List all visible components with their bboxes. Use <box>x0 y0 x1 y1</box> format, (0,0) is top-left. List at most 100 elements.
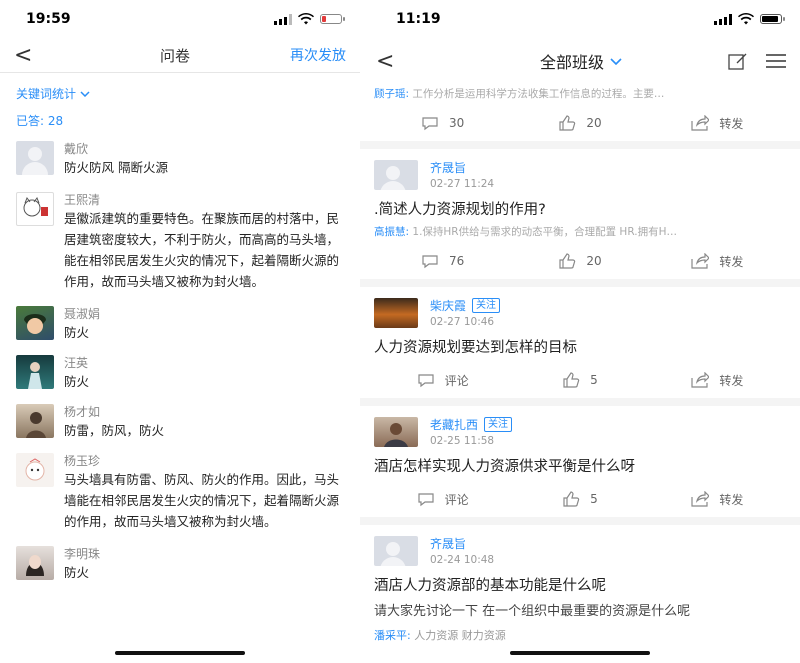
menu-icon[interactable] <box>765 54 786 68</box>
comment-icon <box>418 374 434 388</box>
left-phone-screen: 19:59 < 问卷 再次发放 关键词统计 已答: 28 戴欣 防火防风 隔断火… <box>0 0 360 663</box>
status-icons <box>714 13 785 25</box>
like-button[interactable]: 20 <box>511 253 648 269</box>
answer-item: 戴欣 防火防风 隔断火源 <box>0 141 360 178</box>
share-label: 转发 <box>719 492 744 507</box>
avatar[interactable] <box>16 355 54 389</box>
comment-count: 76 <box>449 254 465 268</box>
share-label: 转发 <box>719 254 744 269</box>
chevron-down-icon <box>80 90 90 97</box>
avatar[interactable] <box>374 297 418 328</box>
share-button[interactable]: 转发 <box>649 115 786 132</box>
tag-list: 人力资源 财力资源 <box>414 629 506 642</box>
post-author[interactable]: 老藏扎西 <box>430 416 478 433</box>
follow-badge[interactable]: 关注 <box>484 417 513 432</box>
comment-button[interactable]: 30 <box>374 115 511 131</box>
like-count: 5 <box>590 373 598 387</box>
reply-preview: 高振慧: 1.保持HR供给与需求的动态平衡，合理配置 HR.拥有H… <box>374 224 786 239</box>
reissue-button[interactable]: 再次发放 <box>276 45 346 65</box>
post-card[interactable]: 柴庆霞 关注 02-27 10:46 人力资源规划要达到怎样的目标 评论 5 转发 <box>360 287 800 398</box>
answer-text: 防雷，防风，防火 <box>64 423 165 438</box>
answer-name: 王熙清 <box>64 193 101 207</box>
post-time: 02-27 11:24 <box>430 178 495 190</box>
avatar[interactable] <box>16 306 54 340</box>
answer-item: 王熙清 是徽派建筑的重要特色。在聚族而居的村落中，民居建筑密度较大，不利于防火，… <box>0 192 360 292</box>
signal-icon <box>274 13 292 25</box>
post-card[interactable]: 顾子瑶: 工作分析是运用科学方法收集工作信息的过程。主要… 30 20 转发 <box>360 84 800 141</box>
answer-list: 戴欣 防火防风 隔断火源 王熙清 是徽派建筑的重要特色。在聚族而居的村落中，民居… <box>0 141 360 583</box>
thumbs-up-icon <box>563 491 580 507</box>
avatar[interactable] <box>16 404 54 438</box>
home-indicator[interactable] <box>115 651 245 655</box>
post-time: 02-24 10:48 <box>430 554 495 566</box>
post-card[interactable]: 齐晟旨 02-27 11:24 .简述人力资源规划的作用? 高振慧: 1.保持H… <box>360 149 800 279</box>
post-question: 人力资源规划要达到怎样的目标 <box>374 340 577 356</box>
back-button[interactable]: < <box>376 49 446 74</box>
edit-icon[interactable] <box>728 52 748 70</box>
like-button[interactable]: 5 <box>511 372 648 388</box>
answer-text: 马头墙具有防雷、防风、防火的作用。因此，马头墙能在相邻民居发生火灾的情况下，起着… <box>64 472 340 529</box>
post-author[interactable]: 齐晟旨 <box>430 159 466 176</box>
post-card[interactable]: 齐晟旨 02-24 10:48 酒店人力资源部的基本功能是什么呢 请大家先讨论一… <box>360 525 800 663</box>
reply-author: 顾子瑶: <box>374 88 410 100</box>
avatar[interactable] <box>16 453 54 487</box>
battery-icon <box>760 14 785 24</box>
share-button[interactable]: 转发 <box>649 372 786 389</box>
post-author[interactable]: 齐晟旨 <box>430 535 466 552</box>
like-count: 5 <box>590 492 598 506</box>
home-indicator[interactable] <box>510 651 650 655</box>
status-time: 19:59 <box>26 11 71 27</box>
comment-button[interactable]: 评论 <box>374 491 511 508</box>
status-bar: 11:19 <box>360 0 800 38</box>
status-icons <box>274 13 345 25</box>
avatar[interactable] <box>16 192 54 226</box>
share-label: 转发 <box>719 116 744 131</box>
share-label: 转发 <box>719 373 744 388</box>
answered-count: 已答: 28 <box>16 114 64 128</box>
post-question: .简述人力资源规划的作用? <box>374 202 546 218</box>
post-author[interactable]: 柴庆霞 <box>430 297 466 314</box>
class-selector[interactable]: 全部班级 <box>540 49 622 73</box>
avatar[interactable] <box>16 141 54 175</box>
post-actions: 76 20 转发 <box>374 243 786 279</box>
keyword-stats-toggle[interactable]: 关键词统计 <box>16 85 360 102</box>
share-button[interactable]: 转发 <box>649 491 786 508</box>
man-photo-icon <box>384 422 408 447</box>
avatar[interactable] <box>374 535 418 566</box>
keyword-stats-label: 关键词统计 <box>16 87 77 101</box>
like-count: 20 <box>586 116 602 130</box>
post-time: 02-25 11:58 <box>430 435 495 447</box>
comment-icon <box>422 255 438 269</box>
post-actions: 评论 5 转发 <box>374 481 786 517</box>
nav-bar: < 全部班级 <box>360 38 800 84</box>
cat-sketch-icon <box>23 196 48 217</box>
battery-icon <box>320 14 345 24</box>
answer-text: 防火 <box>64 565 90 580</box>
post-card[interactable]: 老藏扎西 关注 02-25 11:58 酒店怎样实现人力资源供求平衡是什么呀 评论… <box>360 406 800 517</box>
comment-button[interactable]: 评论 <box>374 372 511 389</box>
thumbs-up-icon <box>559 253 576 269</box>
share-button[interactable]: 转发 <box>649 253 786 270</box>
signal-icon <box>714 13 732 25</box>
like-button[interactable]: 20 <box>511 115 648 131</box>
post-question: 酒店人力资源部的基本功能是什么呢 <box>374 578 606 594</box>
answer-name: 杨玉珍 <box>64 454 101 468</box>
answer-name: 杨才如 <box>64 405 101 419</box>
nav-bar: < 问卷 再次发放 <box>0 38 360 73</box>
tag-author: 潘采平: <box>374 629 411 642</box>
share-icon <box>691 372 710 388</box>
follow-badge[interactable]: 关注 <box>472 298 501 313</box>
back-button[interactable]: < <box>14 43 74 68</box>
avatar[interactable] <box>374 159 418 190</box>
page-title: 问卷 <box>159 46 190 65</box>
status-time: 11:19 <box>396 11 441 27</box>
avatar[interactable] <box>16 546 54 580</box>
like-button[interactable]: 5 <box>511 491 648 507</box>
comment-button[interactable]: 76 <box>374 253 511 269</box>
avatar[interactable] <box>374 416 418 447</box>
girl-avatar-icon <box>28 362 42 389</box>
answer-name: 李明珠 <box>64 547 101 561</box>
post-actions: 评论 5 转发 <box>374 362 786 398</box>
photo-avatar-icon <box>26 555 44 576</box>
post-time: 02-27 10:46 <box>430 316 495 328</box>
